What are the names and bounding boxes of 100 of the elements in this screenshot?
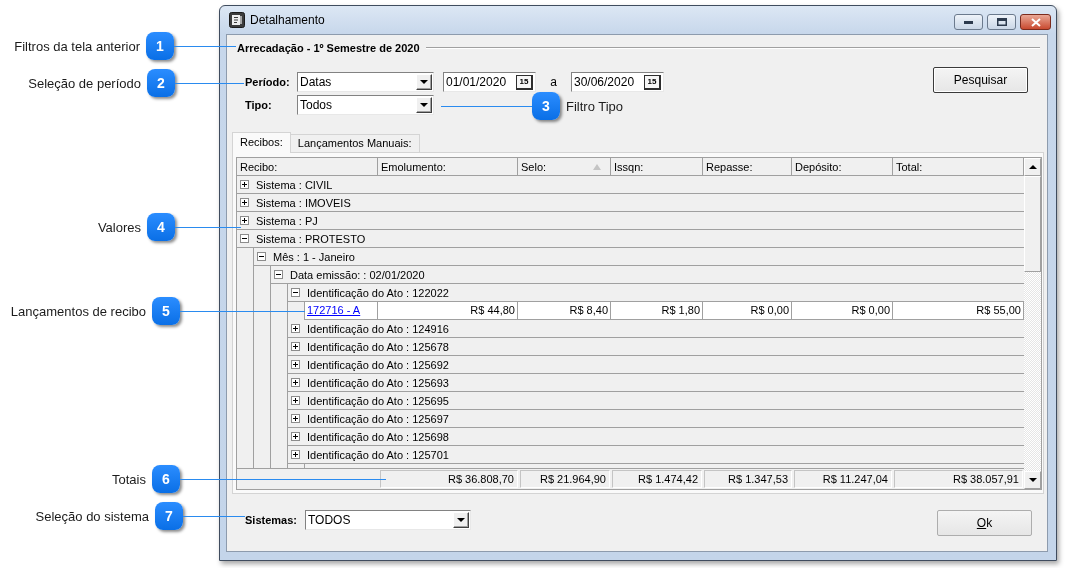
calendar-button[interactable]: 15: [644, 74, 661, 90]
period-mode-dropdown[interactable]: Datas: [297, 72, 434, 92]
group-label: Sistema : PROTESTO: [256, 232, 366, 245]
plus-icon[interactable]: [291, 432, 300, 441]
field-label: Período:: [245, 76, 290, 88]
minus-icon[interactable]: [240, 234, 249, 243]
ok-button[interactable]: Ok: [937, 510, 1032, 536]
callout-label: Totais: [112, 471, 146, 487]
tree-row[interactable]: Identificação do Ato : 125695: [288, 392, 1024, 410]
tree-row[interactable]: Sistema : CIVIL: [237, 176, 1024, 194]
plus-icon[interactable]: [240, 198, 249, 207]
leader-line: [174, 45, 236, 47]
total-cell: R$ 21.964,90: [520, 470, 610, 488]
leader-line: [175, 82, 244, 84]
column-header[interactable]: Recibo:: [237, 158, 378, 175]
start-date-field[interactable]: 01/01/2020 15: [443, 72, 536, 92]
close-icon: [1030, 17, 1041, 27]
range-separator: a: [550, 75, 557, 89]
group-label: Identificação do Ato : 125692: [307, 358, 449, 371]
calendar-button[interactable]: 15: [516, 74, 533, 90]
tree-row[interactable]: Identificação do Ato : 125678: [288, 338, 1024, 356]
tab[interactable]: Lançamentos Manuais:: [289, 134, 420, 152]
tree-row[interactable]: Identificação do Ato : 124916: [288, 320, 1024, 338]
tree-row[interactable]: Mês : 1 - Janeiro: [254, 248, 1024, 266]
group-label: Identificação do Ato : 125697: [307, 412, 449, 425]
tree-row[interactable]: Identificação do Ato : 125698: [288, 428, 1024, 446]
group-label: Sistema : PJ: [256, 214, 318, 227]
caret-up-icon: [1028, 165, 1037, 169]
minus-icon[interactable]: [291, 288, 300, 297]
maximize-icon: [996, 18, 1007, 26]
group-title: Arrecadação - 1º Semestre de 2020: [237, 42, 420, 54]
minus-icon[interactable]: [274, 270, 283, 279]
group-label: Identificação do Ato : 125695: [307, 394, 449, 407]
callout-badge: 4: [147, 213, 175, 241]
tree-row[interactable]: Identificação do Ato : 125693: [288, 374, 1024, 392]
table-cell: R$ 55,00: [893, 302, 1024, 320]
field-label: Tipo:: [245, 99, 272, 111]
table-cell: R$ 0,00: [792, 302, 893, 320]
plus-icon[interactable]: [240, 216, 249, 225]
callout-badge: 5: [152, 297, 180, 325]
system-dropdown[interactable]: TODOS: [305, 510, 471, 530]
scroll-down-button[interactable]: [1024, 471, 1041, 489]
window-title: Detalhamento: [250, 12, 325, 29]
group-label: Mês : 1 - Janeiro: [273, 250, 355, 263]
column-header[interactable]: Emolumento:: [378, 158, 518, 175]
plus-icon[interactable]: [291, 360, 300, 369]
close-button[interactable]: [1020, 14, 1051, 30]
field-label: Sistemas:: [245, 514, 297, 526]
type-dropdown[interactable]: Todos: [297, 95, 434, 115]
minus-icon[interactable]: [257, 252, 266, 261]
total-cell: R$ 36.808,70: [380, 470, 518, 488]
search-button[interactable]: Pesquisar: [933, 67, 1028, 93]
end-date-field[interactable]: 30/06/2020 15: [571, 72, 664, 92]
plus-icon[interactable]: [291, 450, 300, 459]
tree-row[interactable]: Sistema : PJ: [237, 212, 1024, 230]
callout-label: Lançamentos de recibo: [10, 303, 146, 319]
callout-badge: 2: [147, 69, 175, 97]
scroll-thumb[interactable]: [1024, 176, 1041, 272]
callout-label: Filtros da tela anterior: [14, 38, 140, 54]
tree-row[interactable]: Identificação do Ato : 122022: [288, 284, 1024, 302]
app-icon: [229, 12, 245, 28]
column-header[interactable]: Selo:: [518, 158, 611, 175]
tree-row[interactable]: Sistema : PROTESTO: [237, 230, 1024, 248]
table-cell: R$ 44,80: [378, 302, 518, 320]
tab[interactable]: Recibos:: [232, 132, 291, 153]
group-label: Identificação do Ato : 125678: [307, 340, 449, 353]
tree-row[interactable]: Data emissão: : 02/01/2020: [271, 266, 1024, 284]
receipt-link[interactable]: 172716 - A: [307, 304, 361, 316]
total-cell: R$ 38.057,91: [894, 470, 1023, 488]
column-header[interactable]: Depósito:: [792, 158, 893, 175]
column-header[interactable]: Repasse:: [703, 158, 792, 175]
callout-badge: 7: [155, 502, 183, 530]
maximize-button[interactable]: [987, 14, 1016, 30]
group-label: Identificação do Ato : 125698: [307, 430, 449, 443]
group-label: Data emissão: : 02/01/2020: [290, 268, 425, 281]
table-cell: R$ 1,80: [611, 302, 703, 320]
scroll-up-button[interactable]: [1024, 158, 1041, 176]
table-cell: R$ 8,40: [518, 302, 611, 320]
group-label: Identificação do Ato : 122022: [307, 286, 449, 299]
group-label: Sistema : CIVIL: [256, 178, 333, 191]
tree-row[interactable]: Identificação do Ato : 125692: [288, 356, 1024, 374]
total-cell: R$ 1.474,42: [612, 470, 702, 488]
plus-icon[interactable]: [291, 324, 300, 333]
callout-label: Filtro Tipo: [566, 98, 624, 114]
callout-badge: 1: [146, 32, 174, 60]
scrollbar-track[interactable]: [1024, 158, 1041, 489]
leader-line: [175, 226, 241, 228]
callout-label: Valores: [97, 219, 141, 235]
callout-badge: 3: [532, 92, 560, 120]
column-header[interactable]: Issqn:: [611, 158, 703, 175]
minimize-icon: [964, 20, 973, 24]
minimize-button[interactable]: [954, 14, 983, 30]
tree-row[interactable]: Identificação do Ato : 125701: [288, 446, 1024, 464]
plus-icon[interactable]: [291, 396, 300, 405]
plus-icon[interactable]: [291, 414, 300, 423]
plus-icon[interactable]: [291, 342, 300, 351]
tree-row[interactable]: Identificação do Ato : 125697: [288, 410, 1024, 428]
plus-icon[interactable]: [291, 378, 300, 387]
tree-row[interactable]: Sistema : IMOVEIS: [237, 194, 1024, 212]
plus-icon[interactable]: [240, 180, 249, 189]
